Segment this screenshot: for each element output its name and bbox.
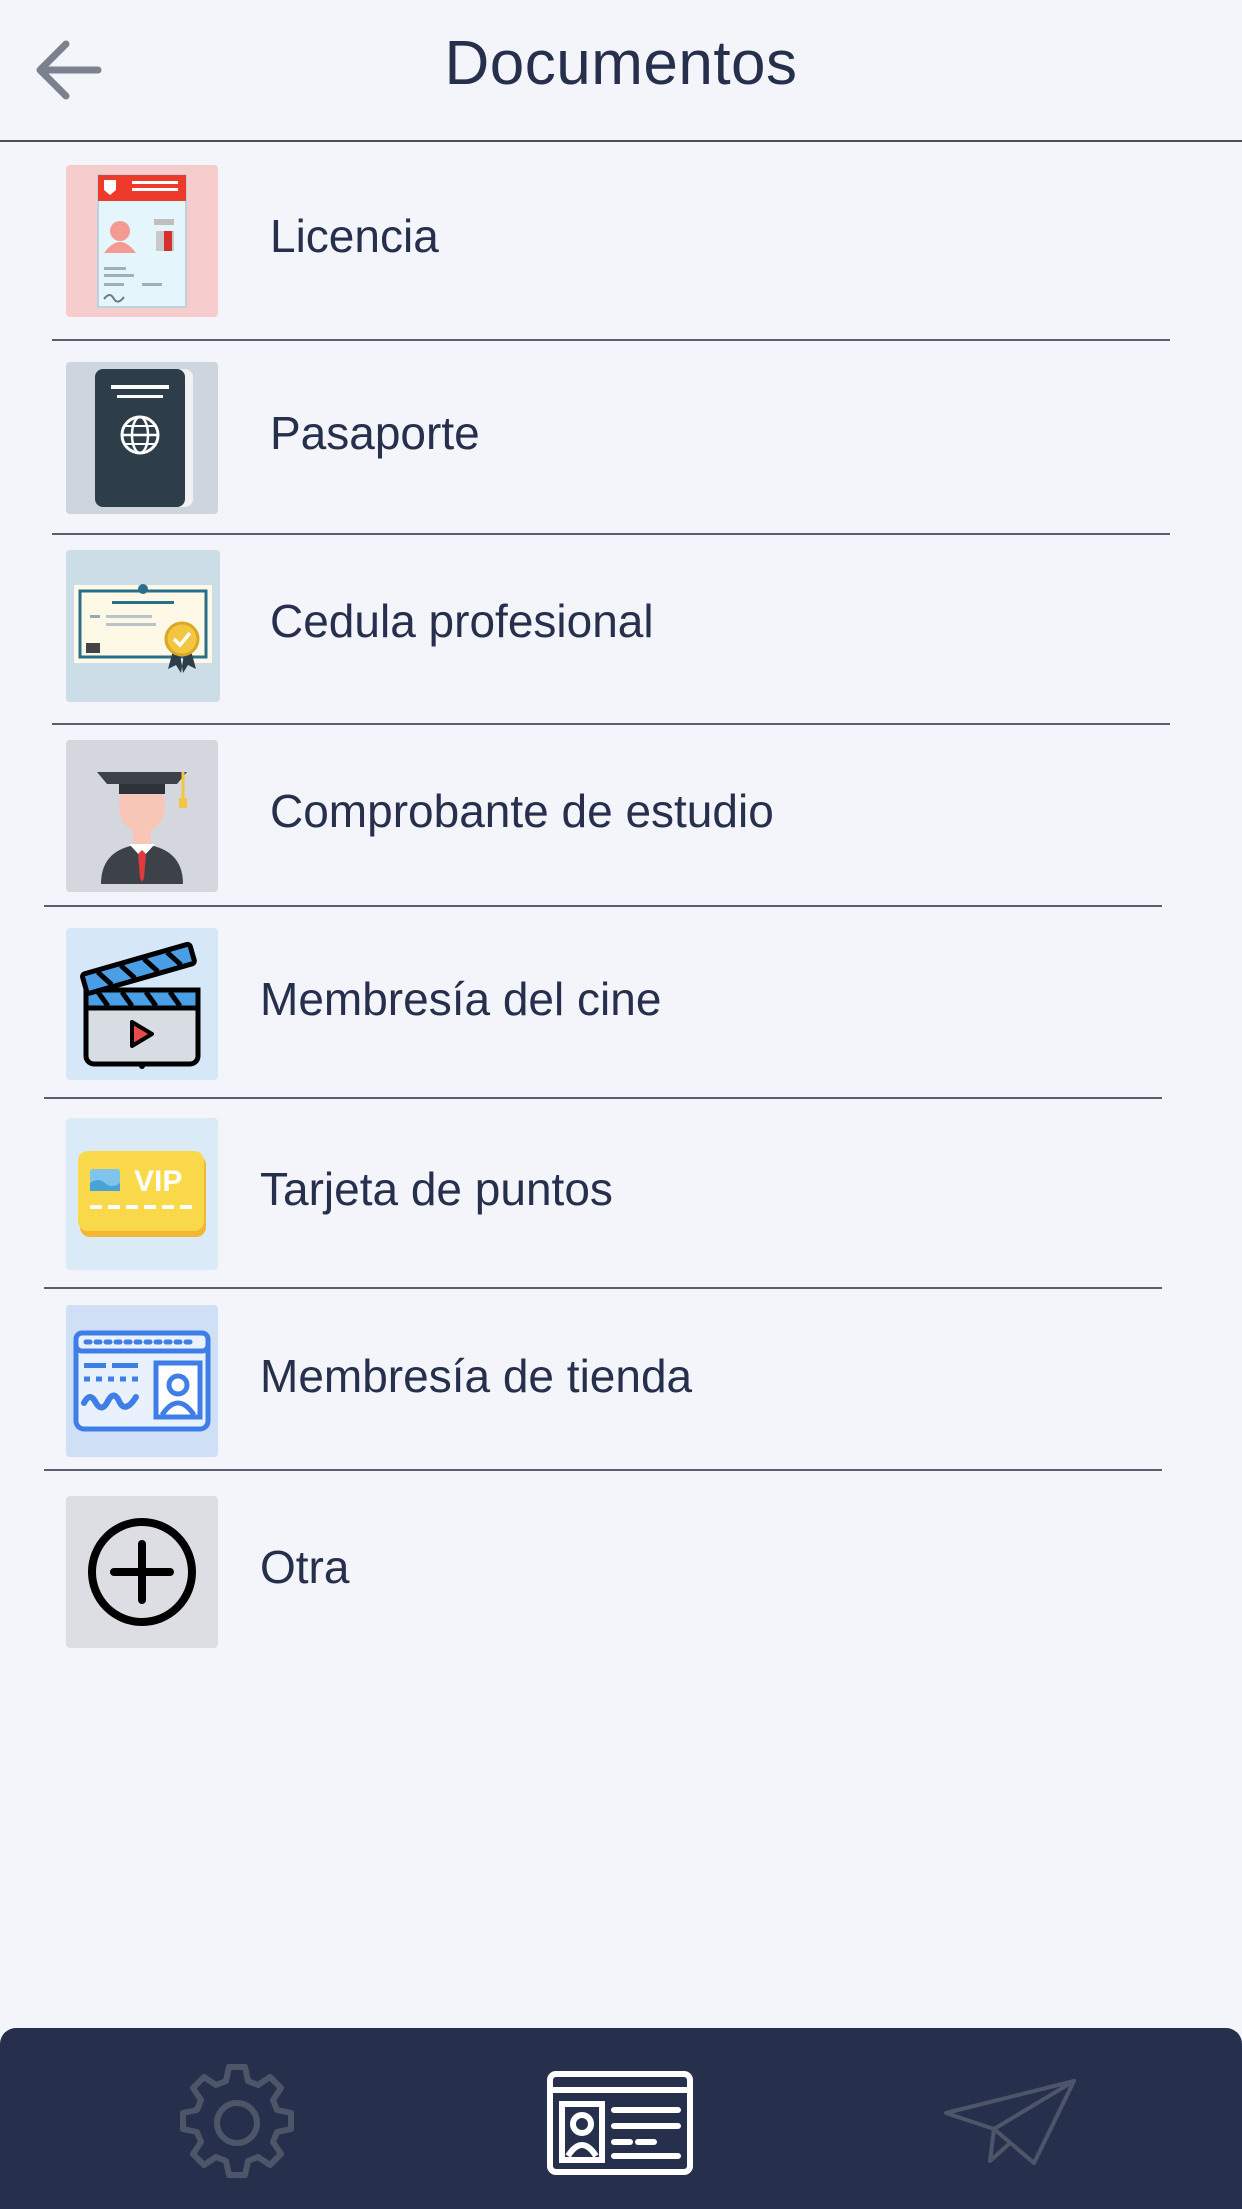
list-item-cedula-profesional[interactable]: Cedula profesional — [0, 550, 1242, 702]
list-item-label: Pasaporte — [270, 407, 480, 459]
list-item-label: Tarjeta de puntos — [260, 1163, 613, 1215]
list-item-comprobante-de-estudio[interactable]: Comprobante de estudio — [0, 740, 1242, 892]
nav-settings-button[interactable] — [162, 2058, 312, 2188]
id-card-icon — [547, 2071, 693, 2175]
gear-icon — [180, 2064, 294, 2178]
certificate-icon — [66, 550, 220, 702]
license-card-icon — [66, 165, 218, 317]
nav-documents-button[interactable] — [545, 2058, 695, 2188]
divider — [52, 723, 1170, 725]
divider — [44, 905, 1162, 907]
vip-card-icon: VIP — [66, 1118, 218, 1270]
list-item-tarjeta-de-puntos[interactable]: VIP Tarjeta de puntos — [0, 1118, 1242, 1270]
divider — [52, 533, 1170, 535]
list-item-licencia[interactable]: Licencia — [0, 165, 1242, 317]
list-item-label: Otra — [260, 1541, 350, 1593]
nav-send-button[interactable] — [935, 2058, 1085, 2188]
graduate-icon — [66, 740, 218, 892]
list-item-membresia-de-tienda[interactable]: Membresía de tienda — [0, 1305, 1242, 1457]
list-item-label: Membresía de tienda — [260, 1350, 693, 1402]
divider — [44, 1097, 1162, 1099]
membership-card-icon — [66, 1305, 218, 1457]
list-item-label: Membresía del cine — [260, 973, 662, 1025]
svg-text:VIP: VIP — [134, 1165, 182, 1198]
divider — [52, 339, 1170, 341]
paper-plane-icon — [944, 2079, 1076, 2165]
plus-circle-icon — [66, 1496, 218, 1648]
clapperboard-icon — [66, 928, 218, 1080]
list-item-pasaporte[interactable]: Pasaporte — [0, 362, 1242, 514]
list-item-membresia-del-cine[interactable]: Membresía del cine — [0, 928, 1242, 1080]
header: Documentos — [0, 0, 1242, 142]
page-title: Documentos — [444, 29, 798, 98]
list-item-label: Licencia — [270, 210, 439, 262]
list-item-label: Cedula profesional — [270, 595, 654, 647]
divider — [44, 1469, 1162, 1471]
list-item-label: Comprobante de estudio — [270, 785, 774, 837]
passport-icon — [66, 362, 218, 514]
list-item-otra[interactable]: Otra — [0, 1496, 1242, 1648]
divider — [44, 1287, 1162, 1289]
